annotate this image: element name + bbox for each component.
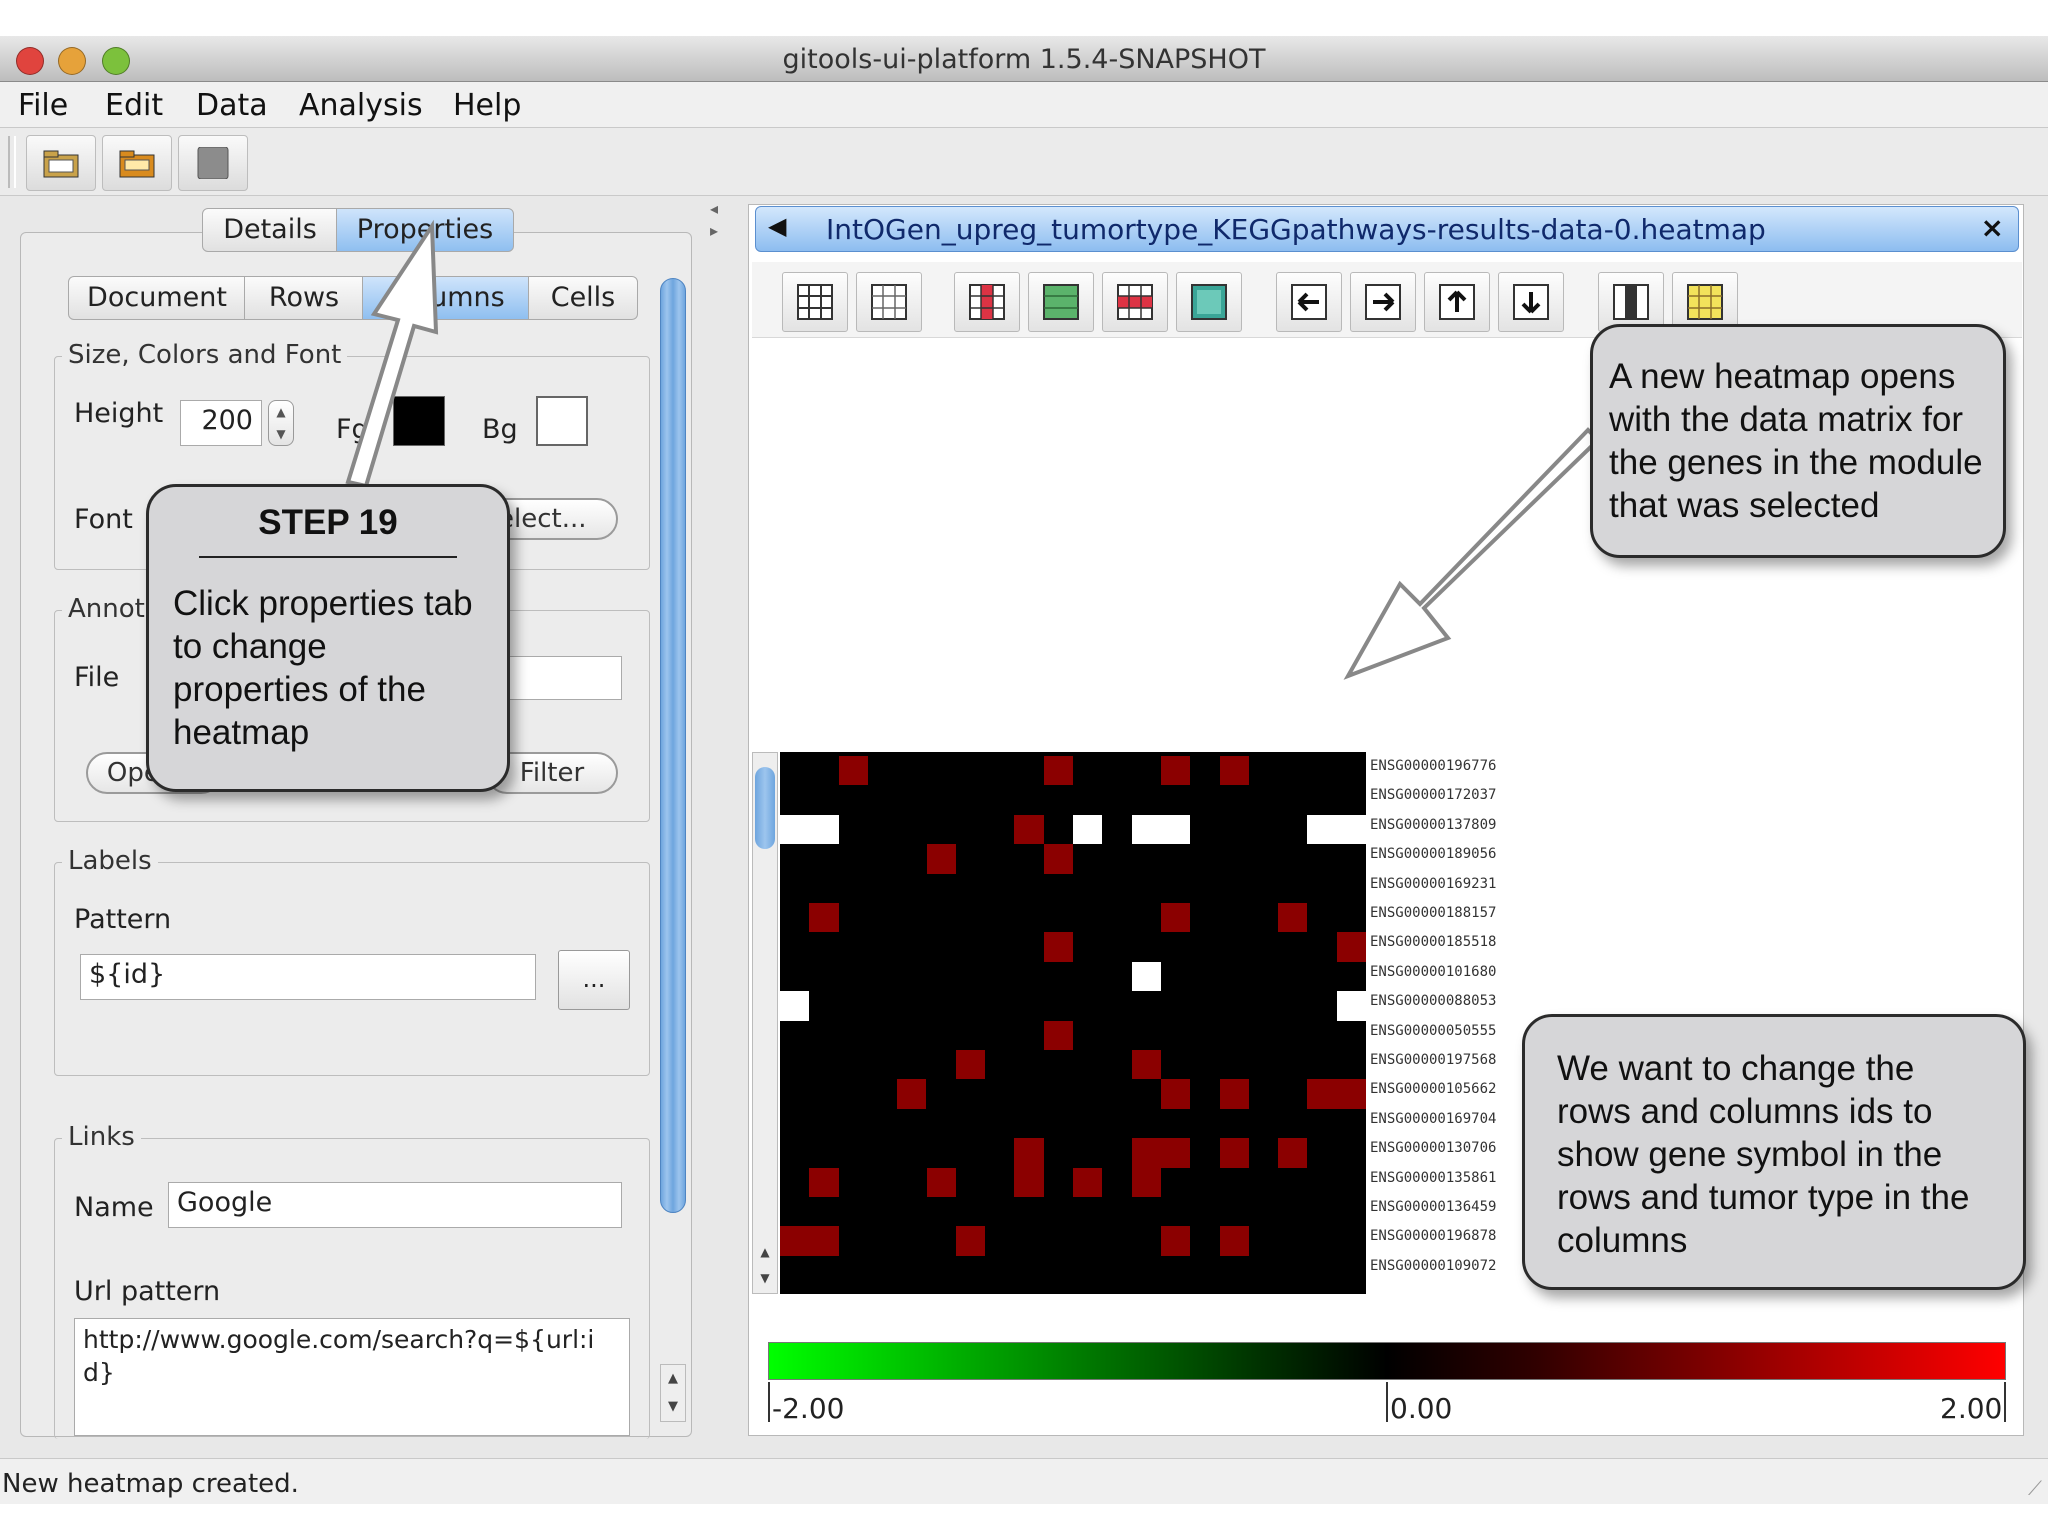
step-text: Click properties tab to change propertie… [173, 584, 473, 753]
arrow-to-properties-tab [345, 219, 439, 489]
change-ids-callout: We want to change the rows and columns i… [1522, 1014, 2026, 1290]
heatmap-opens-text: A new heatmap opens with the data matrix… [1609, 357, 1983, 526]
change-ids-text: We want to change the rows and columns i… [1557, 1049, 1970, 1261]
step-title: STEP 19 [199, 501, 457, 559]
step-callout: STEP 19 Click properties tab to change p… [146, 484, 510, 792]
heatmap-opens-callout: A new heatmap opens with the data matrix… [1590, 324, 2006, 558]
arrow-to-heatmap [1343, 427, 1601, 680]
